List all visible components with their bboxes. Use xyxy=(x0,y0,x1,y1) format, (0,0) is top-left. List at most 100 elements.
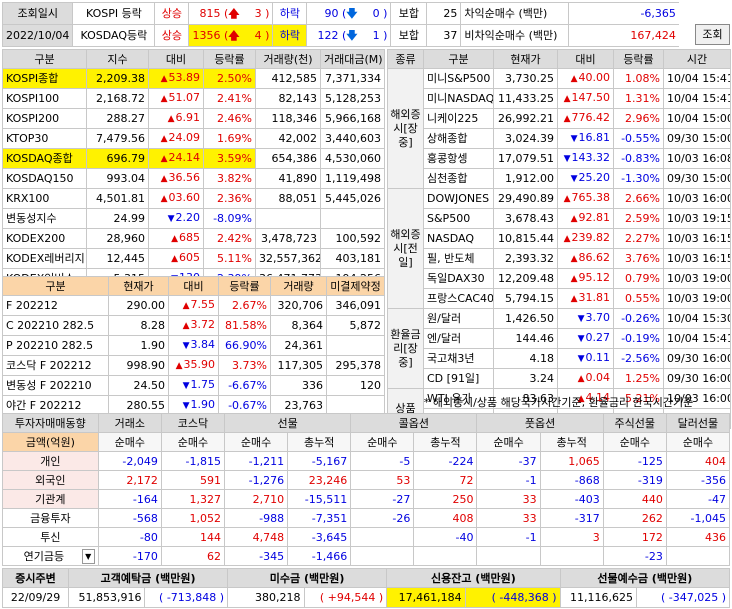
market-funds-table: 증시주변 고객예탁금 (백만원) 미수금 (백만원) 신용잔고 (백만원) 선물예수금 … xyxy=(1,568,731,608)
index-name: KODEX레버리지 xyxy=(2,248,87,269)
index-amount: 5,966,168 xyxy=(320,108,385,129)
table-row[interactable]: P 202210 282.51.903.8466.90%24,361 xyxy=(2,335,385,356)
table-row[interactable]: 변동성지수24.992.20-8.09% xyxy=(2,208,385,229)
index-value: 28,960 xyxy=(86,228,149,249)
futures-open-interest: 5,872 xyxy=(326,315,385,336)
table-row[interactable]: KOSDAQ종합696.7924.143.59%654,3864,530,060 xyxy=(2,148,385,169)
table-row[interactable]: 투신 -80 144 4,748 -3,645 -40 -1 3 172 436 xyxy=(2,527,731,547)
table-row[interactable]: 금융투자 -568 1,052 -988 -7,351 -26 408 33 -317 262 -1… xyxy=(2,508,731,528)
market-name: 미니NASDAQ xyxy=(423,88,494,109)
table-row[interactable]: KTOP307,479.5624.091.69%42,0023,440,603 xyxy=(2,128,385,149)
column-header: 구분 xyxy=(2,276,109,296)
table-row[interactable]: KOSPI1002,168.7251.072.41%82,1435,128,25… xyxy=(2,88,385,109)
table-row[interactable]: KODEX20028,9606852.42%3,478,723100,592 xyxy=(2,228,385,249)
index-value: 993.04 xyxy=(86,168,149,189)
table-row[interactable]: 심천종합1,912.0025.20-1.30%09/30 15:00 xyxy=(388,168,731,189)
hold-label: 보합 xyxy=(390,24,428,47)
futures-volume: 8,364 xyxy=(270,315,327,336)
investor-value: 4,748 xyxy=(223,527,289,547)
investor-type: 금융투자 xyxy=(2,508,99,528)
futures-volume: 24,361 xyxy=(270,335,327,356)
table-row[interactable]: 연기금등 ▼ -170 62 -345 -1,466 -23 xyxy=(2,546,731,566)
table-row[interactable]: KOSDAQ150993.0436.563.82%41,8901,119,498 xyxy=(2,168,385,189)
investor-type-label: 기관계 xyxy=(35,492,66,506)
column-header: 현재가 xyxy=(493,49,558,69)
market-price: 2,393.32 xyxy=(493,248,558,269)
investor-type: 기관계 xyxy=(2,489,99,509)
table-row[interactable]: 미니NASDAQ11,433.25147.501.31%10/04 15:41 xyxy=(388,88,731,109)
table-row[interactable]: 외국인 2,172 591 -1,276 23,246 53 72 -1 -868 -319 -35… xyxy=(2,470,731,490)
table-row[interactable]: 해외증시[장중]미니S&P5003,730.2540.001.08%10/04 … xyxy=(387,68,731,189)
futures-table: 구분현재가대비등락률거래량미결제약정 F 202212290.007.552.6… xyxy=(2,276,385,416)
column-header: 총누적 xyxy=(413,432,478,452)
futures-open-interest: 295,378 xyxy=(326,355,385,376)
table-row[interactable]: NASDAQ10,815.44239.822.27%10/03 16:15 xyxy=(388,228,731,249)
dropdown-arrow-icon[interactable]: ▼ xyxy=(81,548,95,564)
table-row[interactable]: 홍콩항셍17,079.51143.32-0.83%10/03 16:08 xyxy=(388,148,731,169)
futures-change: 3.72 xyxy=(168,315,219,336)
credit-balance-change: ( -448,368 ) xyxy=(464,587,561,608)
table-row[interactable]: 개인 -2,049 -1,815 -1,211 -5,167 -5 -224 -37 1,065… xyxy=(2,451,731,471)
table-row[interactable]: KRX1004,501.8103.602.36%88,0515,445,026 xyxy=(2,188,385,209)
table-row[interactable]: 상해종합3,024.3916.81-0.55%09/30 15:00 xyxy=(388,128,731,149)
table-row[interactable]: 국고채3년4.180.11-2.56%09/30 16:00 xyxy=(388,348,731,369)
table-row[interactable]: 코스닥 F 202212998.9035.903.73%117,305295,3… xyxy=(2,355,385,376)
table-row[interactable]: F 202212290.007.552.67%320,706346,091 xyxy=(2,295,385,316)
investor-value xyxy=(350,546,415,566)
index-change-rate: 1.69% xyxy=(203,128,256,149)
market-change-rate: 2.66% xyxy=(613,188,664,209)
table-row[interactable]: 기관계 -164 1,327 2,710 -15,511 -27 250 33 -403 440-… xyxy=(2,489,731,509)
investor-value: -5 xyxy=(350,451,415,471)
futures-change: 7.55 xyxy=(168,295,219,316)
up-arrow-icon: 🡅 xyxy=(228,6,240,20)
investor-value: -345 xyxy=(223,546,289,566)
market-change: 95.12 xyxy=(557,268,614,289)
investor-value: -224 xyxy=(413,451,478,471)
table-row[interactable]: S&P5003,678.4392.812.59%10/03 19:15 xyxy=(388,208,731,229)
view-button[interactable]: 조회 xyxy=(695,24,730,45)
market-price: 17,079.51 xyxy=(493,148,558,169)
market-price: 3,678.43 xyxy=(493,208,558,229)
table-row[interactable]: 니케이22526,992.21776.422.96%10/04 15:00 xyxy=(388,108,731,129)
table-row[interactable]: CD [91일]3.240.041.25%09/30 16:00 xyxy=(388,368,731,389)
table-row[interactable]: KODEX레버리지12,4456055.11%32,557,362403,181 xyxy=(2,248,385,269)
table-row[interactable]: 환율금리[장중]원/달러1,426.503.70-0.26%10/04 15:3… xyxy=(387,308,731,389)
investor-value: -319 xyxy=(602,470,667,490)
market-change: 25.20 xyxy=(557,168,614,189)
futures-change-rate: 66.90% xyxy=(218,335,271,356)
column-header: 대비 xyxy=(148,49,204,69)
investor-value: 172 xyxy=(602,527,667,547)
market-change-rate: 0.79% xyxy=(613,268,664,289)
market-time: 10/04 15:30 xyxy=(663,308,731,329)
investor-value: 62 xyxy=(160,546,225,566)
market-change: 0.27 xyxy=(557,328,614,349)
table-row[interactable]: 필, 반도체2,393.3286.623.76%10/03 16:15 xyxy=(388,248,731,269)
kosdaq-hold: 37 xyxy=(426,24,462,47)
column-header: 지수 xyxy=(86,49,149,69)
index-change: 03.60 xyxy=(148,188,204,209)
market-change: 0.04 xyxy=(557,368,614,389)
table-row[interactable]: 변동성 F 20221024.501.75-6.67%336120 xyxy=(2,375,385,396)
table-row[interactable]: C 202210 282.58.283.7281.58%8,3645,872 xyxy=(2,315,385,336)
index-amount: 1,119,498 xyxy=(320,168,385,189)
futures-open-interest: 120 xyxy=(326,375,385,396)
market-time: 10/03 19:15 xyxy=(663,208,731,229)
investor-value xyxy=(413,546,478,566)
table-row[interactable]: KOSPI200288.276.912.46%118,3465,966,168 xyxy=(2,108,385,129)
column-header: 현재가 xyxy=(108,276,169,296)
index-volume xyxy=(255,208,321,229)
investor-value: -1,045 xyxy=(665,508,731,528)
market-time: 10/04 15:41 xyxy=(663,328,731,349)
table-row[interactable]: KOSPI종합2,209.3853.892.50%412,5857,371,33… xyxy=(2,68,385,89)
table-row[interactable]: 해외증시[전일]DOWJONES29,490.89765.382.66%10/0… xyxy=(387,188,731,309)
investor-value: 2,710 xyxy=(223,489,289,509)
market-change-rate: -0.26% xyxy=(613,308,664,329)
table-row[interactable]: 독일DAX3012,209.4895.120.79%10/03 19:00 xyxy=(388,268,731,289)
column-header: 등락률 xyxy=(613,49,664,69)
table-row[interactable]: 엔/달러144.460.27-0.19%10/04 15:41 xyxy=(388,328,731,349)
table-row[interactable]: 프랑스CAC405,794.1531.810.55%10/03 19:00 xyxy=(388,288,731,309)
column-header: 신용잔고 (백만원) xyxy=(386,568,561,588)
global-markets-table: 종류구분현재가대비등락률시간 해외증시[장중]미니S&P5003,730.254… xyxy=(387,49,731,429)
down-arrow-icon: 🡇 xyxy=(346,28,358,42)
market-time: 10/03 16:08 xyxy=(663,148,731,169)
